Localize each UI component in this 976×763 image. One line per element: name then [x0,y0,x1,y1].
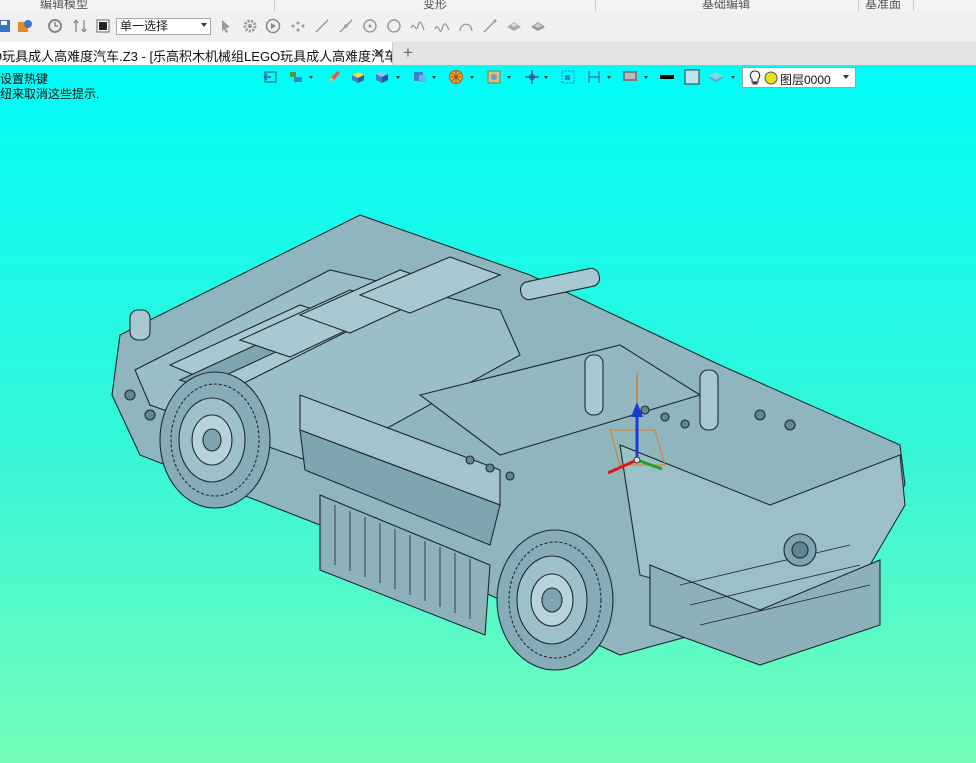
line-icon[interactable] [314,18,330,34]
surface2-icon[interactable] [530,18,546,34]
history-icon[interactable] [47,18,63,34]
spline-icon[interactable] [410,18,426,34]
selection-filter-value: 单一选择 [120,19,169,33]
save-icon[interactable] [0,18,12,34]
arc-icon[interactable] [458,18,474,34]
car-model-3d[interactable] [0,65,976,763]
gear-icon[interactable] [242,18,258,34]
points-icon[interactable] [290,18,306,34]
main-toolbar: 单一选择 [0,11,976,43]
ribbon-divider [274,0,275,11]
close-icon[interactable]: ✕ [373,45,385,62]
3d-viewport[interactable]: 设置热键 纽来取消这些提示. 图层0000 [0,65,976,763]
document-tab-label: O玩具成人高难度汽车.Z3 - [乐高积木机械组LEGO玩具成人高难度汽车] [0,49,393,64]
wave-icon[interactable] [434,18,450,34]
add-tab-button[interactable]: + [403,43,413,63]
curve-icon[interactable] [338,18,354,34]
document-tab-bar: O玩具成人高难度汽车.Z3 - [乐高积木机械组LEGO玩具成人高难度汽车] ✕… [0,42,976,66]
circle2-icon[interactable] [386,18,402,34]
segment-icon[interactable] [482,18,498,34]
reorder-icon[interactable] [72,18,88,34]
ribbon-divider [913,0,914,11]
pick-icon[interactable] [218,18,234,34]
play-icon[interactable] [265,18,281,34]
chevron-down-icon [201,23,207,27]
document-tab[interactable]: O玩具成人高难度汽车.Z3 - [乐高积木机械组LEGO玩具成人高难度汽车] ✕ [0,42,393,65]
ribbon-divider [595,0,596,11]
stop-icon[interactable] [95,18,111,34]
selection-filter-dropdown[interactable]: 单一选择 [116,18,211,35]
circle-icon[interactable] [362,18,378,34]
surface-icon[interactable] [506,18,522,34]
save-as-icon[interactable] [17,18,33,34]
ribbon-divider [858,0,859,11]
